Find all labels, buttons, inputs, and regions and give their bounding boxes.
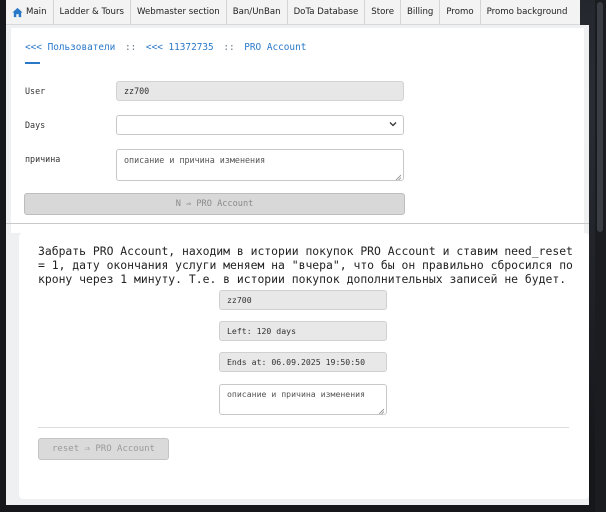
set-pro-account-button[interactable]: N ⇒ PRO Account	[24, 193, 405, 215]
nav-promo[interactable]: Promo	[440, 0, 481, 24]
breadcrumb-separator: ::	[124, 42, 137, 53]
nav-billing[interactable]: Billing	[401, 0, 441, 24]
nav-dota-database[interactable]: DoTa Database	[288, 0, 366, 24]
nav-ladder-tours[interactable]: Ladder & Tours	[54, 0, 131, 24]
days-select[interactable]	[116, 115, 404, 135]
nav-ban-unban[interactable]: Ban/UnBan	[227, 0, 288, 24]
nav-webmaster-section[interactable]: Webmaster section	[131, 0, 227, 24]
pro-account-form-card: <<< Пользователи :: <<< 11372735 :: PRO …	[11, 28, 584, 233]
top-nav: Main Ladder & Tours Webmaster section Ba…	[6, 0, 580, 25]
reset-description: Забрать PRO Account, находим в истории п…	[38, 244, 573, 286]
resize-grip-icon[interactable]	[395, 172, 402, 181]
scrollbar-thumb[interactable]	[597, 2, 603, 232]
breadcrumb-user-link[interactable]: <<< 11372735	[146, 42, 214, 53]
chevron-down-icon	[389, 120, 397, 128]
breadcrumb: <<< Пользователи :: <<< 11372735 :: PRO …	[25, 42, 306, 53]
nav-main-label: Main	[26, 7, 47, 17]
reason-label: причина	[25, 154, 61, 164]
breadcrumb-current: PRO Account	[244, 42, 307, 53]
nav-main[interactable]: Main	[6, 0, 54, 24]
reset-reason-placeholder: описание и причина изменения	[227, 389, 366, 399]
reset-user-field: zz700	[219, 290, 387, 310]
nav-store[interactable]: Store	[365, 0, 401, 24]
reason-textarea[interactable]: описание и причина изменения	[116, 149, 404, 181]
reset-reason-textarea[interactable]: описание и причина изменения	[219, 384, 387, 415]
reason-placeholder: описание и причина изменения	[124, 155, 266, 165]
days-label: Days	[25, 120, 46, 130]
breadcrumb-underline	[25, 62, 40, 64]
content-panel: <<< Пользователи :: <<< 11372735 :: PRO …	[6, 25, 589, 505]
reset-pro-account-button[interactable]: reset ⇒ PRO Account	[38, 438, 169, 460]
breadcrumb-separator: ::	[223, 42, 235, 53]
user-field: zz700	[116, 81, 404, 101]
nav-promo-background[interactable]: Promo background	[481, 0, 574, 24]
home-icon	[12, 7, 23, 18]
breadcrumb-users-link[interactable]: <<< Пользователи	[25, 42, 115, 53]
reset-pro-account-card: Забрать PRO Account, находим в истории п…	[19, 233, 589, 499]
days-left-field: Left: 120 days	[219, 321, 387, 341]
reset-divider	[38, 427, 569, 428]
resize-grip-icon[interactable]	[378, 406, 385, 415]
user-label: User	[25, 86, 46, 96]
ends-at-field: Ends at: 06.09.2025 19:50:50	[219, 352, 387, 372]
section-divider	[6, 223, 589, 224]
